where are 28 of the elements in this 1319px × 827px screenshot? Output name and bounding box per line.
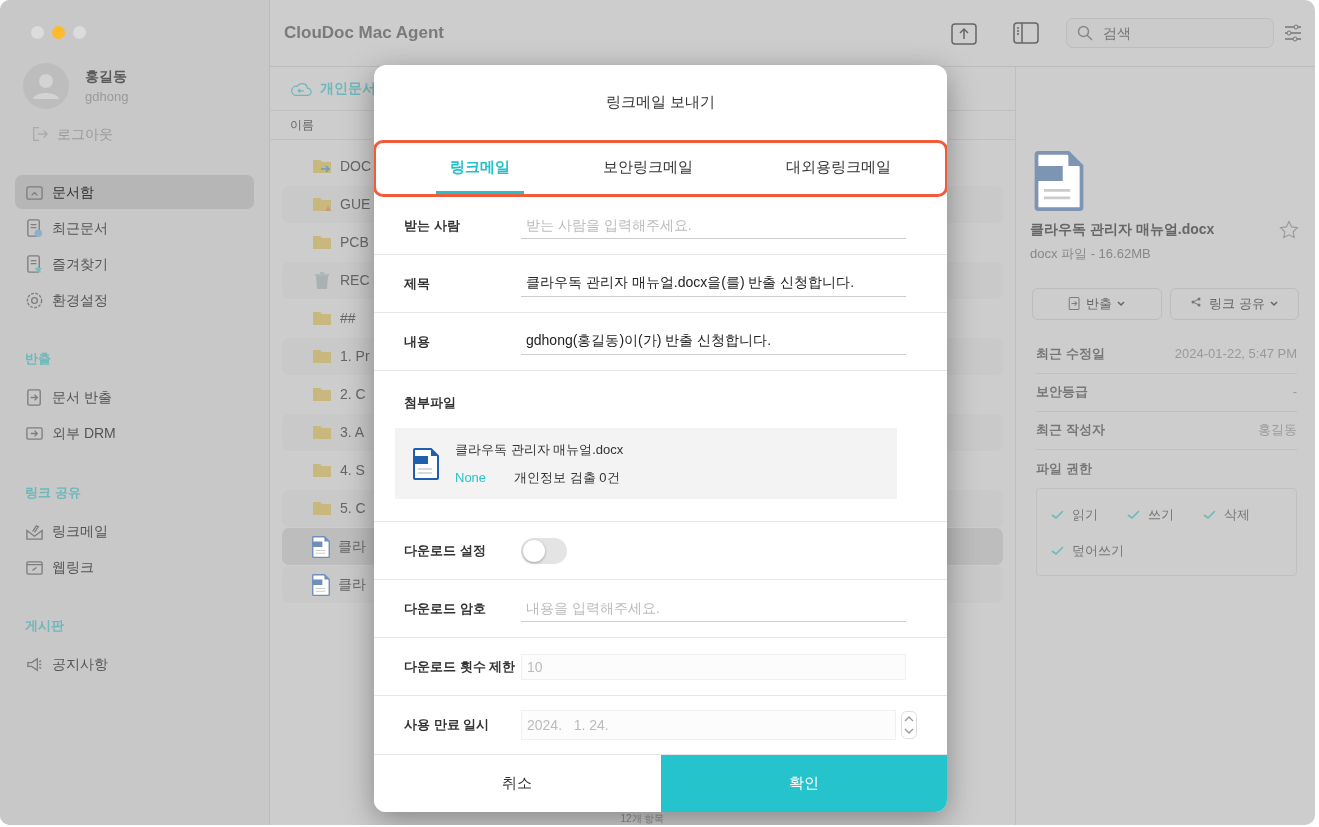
- field-label: 다운로드 암호: [404, 599, 487, 618]
- permission-label: 삭제: [1224, 505, 1250, 524]
- property-label: 최근 수정일: [1036, 345, 1105, 364]
- field-label: 첨부파일: [404, 393, 457, 412]
- section-heading: 반출: [25, 350, 52, 368]
- section-heading: 링크 공유: [25, 483, 82, 502]
- user-name: 홍길동: [85, 66, 128, 86]
- field-label: 사용 만료 일시: [404, 716, 491, 735]
- field-label: 다운로드 횟수 제한: [404, 657, 517, 676]
- attachment-status: None: [455, 468, 487, 487]
- permission-label: 쓰기: [1148, 505, 1174, 524]
- dialog-title: 링크메일 보내기: [605, 92, 716, 113]
- detection-result: 개인정보 검출 0건: [514, 468, 620, 487]
- field-label: 받는 사람: [404, 216, 461, 235]
- field-label: 다운로드 설정: [404, 541, 487, 560]
- file-info: docx 파일 - 16.62MB: [1030, 245, 1152, 263]
- property-value: -: [1292, 383, 1297, 402]
- file-name: 클라우독 관리자 매뉴얼.docx: [1030, 220, 1215, 239]
- permission-label: 읽기: [1072, 505, 1098, 524]
- property-label: 최근 작성자: [1036, 421, 1105, 440]
- field-label: 내용: [404, 332, 431, 351]
- permission-label: 덮어쓰기: [1072, 541, 1124, 560]
- field-label: 제목: [404, 274, 431, 293]
- attachment-name: 클라우독 관리자 매뉴얼.docx: [455, 441, 624, 460]
- section-heading: 게시판: [25, 617, 65, 635]
- property-label: 파일 권한: [1036, 459, 1092, 478]
- property-label: 보안등급: [1036, 383, 1088, 402]
- app-title: ClouDoc Mac Agent: [284, 22, 444, 45]
